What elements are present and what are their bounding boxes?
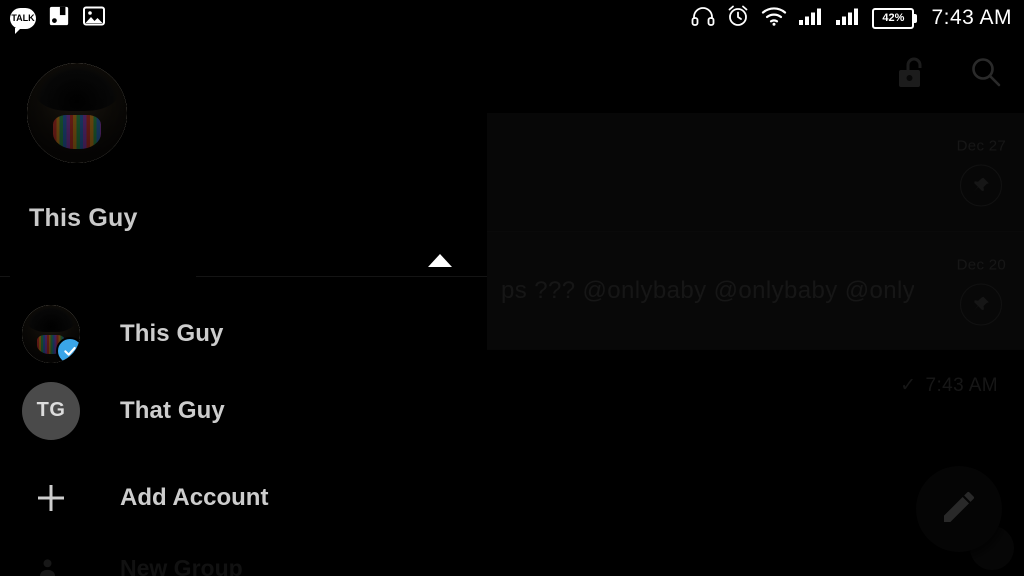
account-name: This Guy xyxy=(120,319,224,347)
account-switcher-list: This Guy TG That Guy Add Account xyxy=(0,277,487,536)
wifi-icon xyxy=(761,5,787,32)
avatar[interactable] xyxy=(27,63,127,163)
add-account-button[interactable]: Add Account xyxy=(0,459,487,536)
avatar xyxy=(22,304,80,363)
drawer-header[interactable]: This Guy xyxy=(0,36,487,302)
status-bar-notifications: TALK xyxy=(0,4,106,34)
alarm-clock-icon xyxy=(726,4,750,33)
list-item[interactable]: This Guy xyxy=(0,295,487,372)
status-bar: TALK 42% 7:43 AM xyxy=(0,0,1024,36)
avatar-initials: TG xyxy=(36,399,66,421)
headphones-icon xyxy=(691,5,715,32)
status-bar-clock: 7:43 AM xyxy=(931,6,1012,29)
account-name: That Guy xyxy=(120,396,225,424)
page-title: This Guy xyxy=(29,204,138,232)
selected-check-icon xyxy=(56,336,80,363)
save-icon xyxy=(48,5,70,32)
signal-sim2-icon xyxy=(835,6,861,31)
talk-bubble-icon: TALK xyxy=(10,7,36,34)
status-bar-system-icons: 42% 7:43 AM xyxy=(691,4,1024,33)
battery-percent: 42% xyxy=(882,12,905,24)
navigation-drawer: This Guy This Guy TG That Guy Add Accoun… xyxy=(0,36,487,576)
battery-icon: 42% xyxy=(872,7,918,29)
avatar: TG xyxy=(22,381,80,440)
plus-icon xyxy=(22,481,80,515)
collapse-caret-up-icon[interactable] xyxy=(428,254,452,267)
add-account-label: Add Account xyxy=(120,483,269,511)
talk-label: TALK xyxy=(11,13,35,23)
new-group-icon xyxy=(22,558,80,576)
list-item[interactable]: New Group xyxy=(0,558,487,576)
list-item[interactable]: TG That Guy xyxy=(0,372,487,449)
menu-item-label: New Group xyxy=(120,558,243,576)
redacted-phone-number xyxy=(10,266,196,302)
image-icon xyxy=(82,4,106,33)
signal-sim1-icon xyxy=(798,6,824,31)
profile-photo xyxy=(27,63,127,163)
